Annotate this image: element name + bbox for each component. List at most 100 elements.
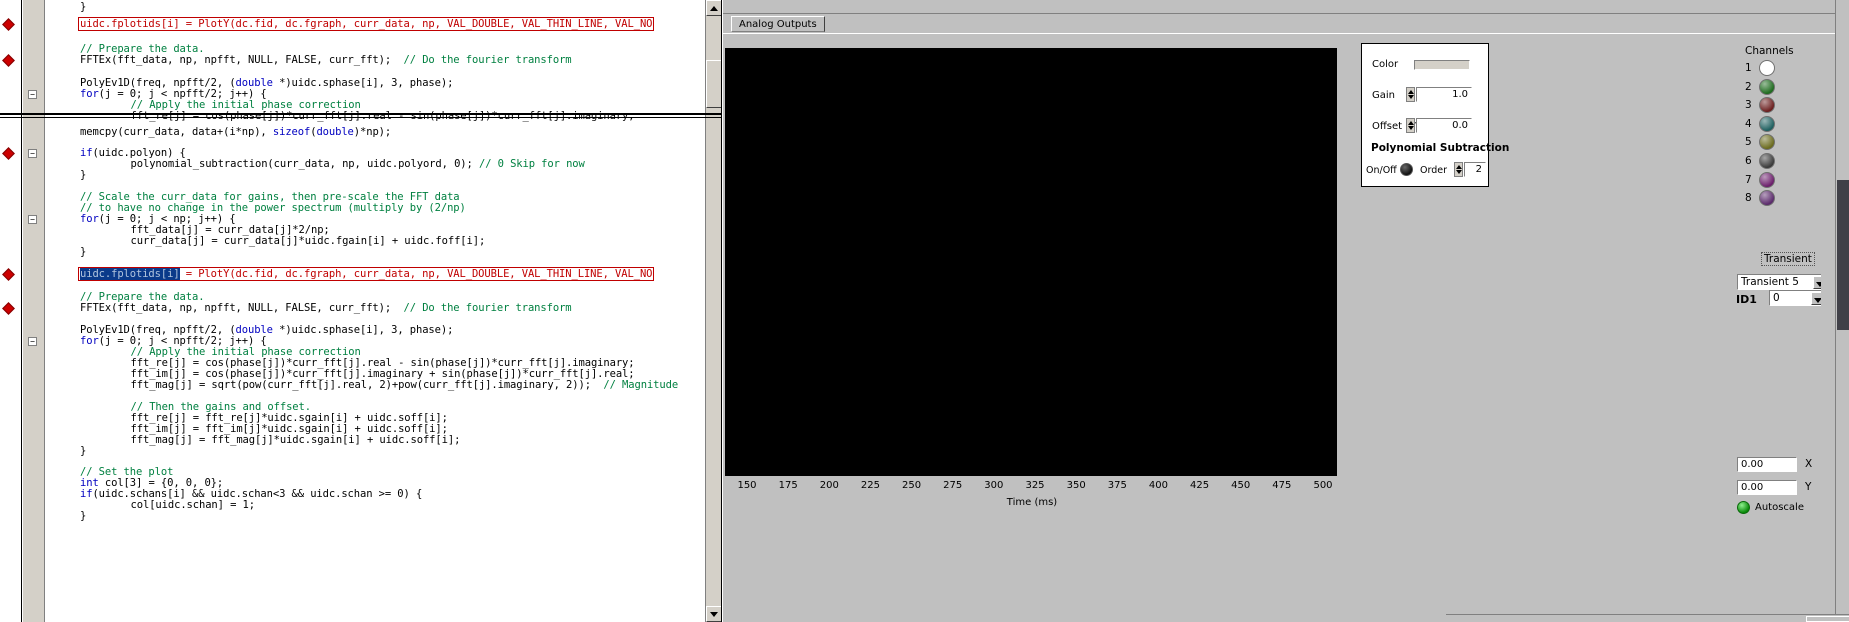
code-line[interactable]: } <box>80 247 86 258</box>
offset-input[interactable]: 0.0 <box>1416 118 1472 133</box>
code-line[interactable]: col[uidc.schan] = 1; <box>131 500 256 511</box>
channel-led[interactable] <box>1759 78 1775 95</box>
code-line[interactable]: } <box>80 511 86 522</box>
offset-spinner[interactable] <box>1406 118 1415 133</box>
breakpoint-marker-icon[interactable] <box>2 54 15 67</box>
autoscale-led[interactable] <box>1737 501 1750 514</box>
order-input[interactable]: 2 <box>1464 162 1486 177</box>
code-line[interactable]: polynomial_subtraction(curr_data, np, ui… <box>131 159 585 170</box>
source-code-editor[interactable]: − − − − } uidc.fplotids[i] = PlotY(dc.fid, d… <box>0 0 722 622</box>
spinner-down-icon <box>1408 126 1414 130</box>
channel-number: 1 <box>1745 62 1752 74</box>
code-line[interactable]: FFTEx(fft_data, np, npfft, NULL, FALSE, … <box>80 55 572 66</box>
error-highlighted-statement: uidc.fplotids[i] = PlotY(dc.fid, dc.fgra… <box>78 17 655 31</box>
plot-area-right-filler <box>1821 34 1835 622</box>
scrollbar-thumb[interactable] <box>706 60 721 108</box>
scroll-down-button[interactable] <box>706 606 721 622</box>
code-keyword: double <box>316 126 354 138</box>
channel-led[interactable] <box>1759 190 1775 207</box>
code-line[interactable]: fft_mag[j] = fft_mag[j]*uidc.sgain[i] + … <box>131 435 461 446</box>
code-comment: // Magnitude <box>603 379 679 391</box>
x-axis-tick: 300 <box>984 480 1004 491</box>
status-bar <box>1446 614 1849 622</box>
analog-outputs-body: 150 175 200 225 250 275 300 325 350 375 400 425 450 4… <box>723 33 1835 622</box>
breakpoint-marker-icon[interactable] <box>2 18 15 31</box>
onoff-label: On/Off <box>1366 165 1397 176</box>
code-keyword: for <box>80 213 99 225</box>
channel-number: 3 <box>1745 99 1752 112</box>
channel-number: 6 <box>1745 155 1752 167</box>
poly-onoff-led[interactable] <box>1400 163 1413 176</box>
spinner-up-icon <box>1408 90 1414 94</box>
code-text: fft_mag[j] = fft_mag[j]*uidc.sgain[i] + … <box>130 434 461 446</box>
cursor-x-value[interactable]: 0.00 <box>1737 457 1797 472</box>
scrollbar-thumb[interactable] <box>1837 180 1849 330</box>
chevron-up-icon <box>710 6 718 11</box>
code-text: fft_mag[j] = sqrt(pow(curr_fft[j].real, … <box>130 379 604 391</box>
time-graph[interactable] <box>725 48 1337 476</box>
autoscale-label: Autoscale <box>1755 502 1804 513</box>
code-comment: // Do the fourier transform <box>403 54 572 66</box>
editor-split-divider[interactable] <box>0 113 721 115</box>
code-fold-gutter[interactable]: − − − − <box>23 0 45 622</box>
color-label: Color <box>1372 59 1399 70</box>
fold-collapse-icon[interactable]: − <box>28 337 37 346</box>
code-line[interactable]: } <box>80 2 86 13</box>
order-label: Order <box>1420 165 1447 176</box>
x-axis-tick: 400 <box>1148 480 1168 491</box>
channel-number: 5 <box>1745 136 1752 149</box>
x-axis-tick: 250 <box>902 480 922 491</box>
tab-strip[interactable]: Analog Outputs <box>723 15 1849 33</box>
window-top-bar <box>723 0 1849 14</box>
code-keyword: sizeof <box>272 126 311 138</box>
order-spinner[interactable] <box>1454 162 1463 177</box>
channel-led[interactable] <box>1759 171 1775 188</box>
breakpoint-gutter[interactable] <box>0 0 22 622</box>
breakpoint-marker-icon[interactable] <box>2 147 15 160</box>
fold-collapse-icon[interactable]: − <box>28 215 37 224</box>
x-axis-tick: 350 <box>1066 480 1086 491</box>
cursor-y-axis-label: Y <box>1805 481 1812 493</box>
x-axis-tick: 375 <box>1107 480 1127 491</box>
transient-select[interactable]: Transient 5 <box>1737 274 1829 290</box>
gain-input[interactable]: 1.0 <box>1416 87 1472 102</box>
channel-number: 2 <box>1745 80 1752 93</box>
channel-led[interactable] <box>1759 115 1775 132</box>
tab-analog-outputs[interactable]: Analog Outputs <box>731 16 825 32</box>
x-axis-tick: 450 <box>1231 480 1251 491</box>
code-line[interactable]: fft_mag[j] = sqrt(pow(curr_fft[j].real, … <box>131 380 679 391</box>
code-line[interactable]: uidc.fplotids[i] = PlotY(dc.fid, dc.fgra… <box>78 17 655 31</box>
x-axis-tick: 475 <box>1272 480 1292 491</box>
channel-led[interactable] <box>1759 134 1775 151</box>
gain-spinner[interactable] <box>1406 87 1415 102</box>
channel-led[interactable] <box>1759 97 1775 114</box>
code-line[interactable]: memcpy(curr_data, data+(i*np), sizeof(do… <box>80 127 391 138</box>
scroll-up-button[interactable] <box>706 0 721 16</box>
id1-label: ID1 <box>1736 293 1757 306</box>
spinner-up-icon <box>1408 121 1414 125</box>
color-swatch[interactable] <box>1414 60 1470 70</box>
channels-title: Channels <box>1745 45 1794 57</box>
code-line[interactable]: } <box>80 446 86 457</box>
id1-select[interactable]: 0 <box>1769 290 1827 306</box>
spinner-up-icon <box>1456 165 1462 169</box>
transient-label: Transient <box>1761 252 1815 266</box>
x-axis-ticks: 150 175 200 225 250 275 300 325 350 375 400 425 450 4… <box>725 480 1339 494</box>
channel-led[interactable] <box>1759 60 1775 76</box>
window-vertical-scrollbar[interactable] <box>1835 0 1849 622</box>
code-text: memcpy(curr_data, data+(i*np), <box>80 126 273 138</box>
code-text: *)uidc.sphase[i], 3, phase); <box>272 77 454 89</box>
code-line[interactable]: curr_data[j] = curr_data[j]*uidc.fgain[i… <box>131 236 486 247</box>
fold-collapse-icon[interactable]: − <box>28 90 37 99</box>
code-text-area[interactable]: } uidc.fplotids[i] = PlotY(dc.fid, dc.fgr… <box>46 0 705 622</box>
editor-vertical-scrollbar[interactable] <box>705 0 721 622</box>
breakpoint-marker-icon[interactable] <box>2 302 15 315</box>
channel-led[interactable] <box>1759 153 1775 169</box>
breakpoint-marker-icon[interactable] <box>2 268 15 281</box>
channel-number: 7 <box>1745 173 1752 186</box>
code-line[interactable]: FFTEx(fft_data, np, npfft, NULL, FALSE, … <box>80 303 572 314</box>
code-line[interactable]: uidc.fplotids[i] = PlotY(dc.fid, dc.fgra… <box>78 267 655 281</box>
code-line[interactable]: } <box>80 170 86 181</box>
cursor-y-value[interactable]: 0.00 <box>1737 480 1797 495</box>
fold-collapse-icon[interactable]: − <box>28 149 37 158</box>
